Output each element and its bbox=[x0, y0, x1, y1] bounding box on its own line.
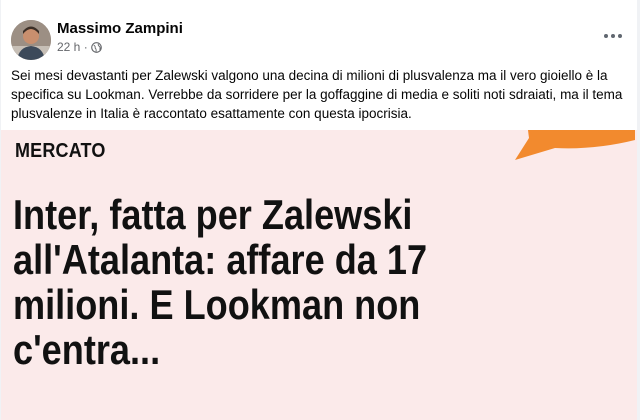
headline-line: all'Atalanta: affare da 17 bbox=[13, 236, 428, 283]
headline-line: c'entra... bbox=[13, 326, 161, 373]
speech-bubble-shape bbox=[515, 130, 635, 160]
author-name[interactable]: Massimo Zampini bbox=[57, 20, 183, 37]
headline-line: Inter, fatta per Zalewski bbox=[13, 191, 413, 238]
post-meta: 22 h · bbox=[57, 40, 102, 54]
avatar-photo bbox=[11, 20, 51, 60]
post-header: Massimo Zampini 22 h · Sei mesi devastan… bbox=[1, 0, 637, 130]
facebook-post-card: Massimo Zampini 22 h · Sei mesi devastan… bbox=[1, 0, 637, 420]
article-headline: Inter, fatta per Zalewski all'Atalanta: … bbox=[13, 192, 495, 372]
shared-article-image[interactable]: MERCATO Inter, fatta per Zalewski all'At… bbox=[1, 130, 637, 420]
author-avatar[interactable] bbox=[11, 20, 51, 60]
post-text: Sei mesi devastanti per Zalewski valgono… bbox=[11, 68, 623, 121]
globe-icon bbox=[90, 41, 102, 53]
post-time[interactable]: 22 h · bbox=[57, 40, 88, 54]
article-category: MERCATO bbox=[15, 140, 106, 162]
more-dots-icon[interactable] bbox=[601, 26, 625, 46]
headline-line: milioni. E Lookman non bbox=[13, 281, 421, 328]
